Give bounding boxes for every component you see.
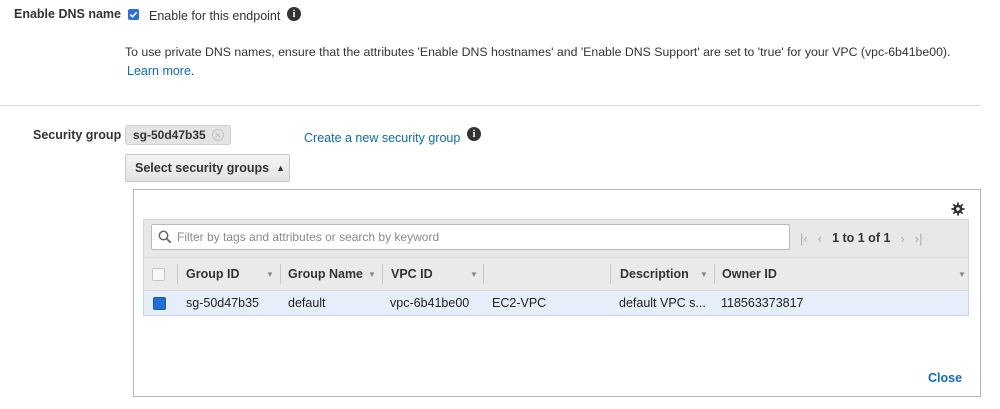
last-page-icon[interactable]: ›|: [915, 231, 923, 246]
column-header-description[interactable]: Description: [620, 258, 689, 290]
cell-owner-id: 118563373817: [721, 296, 804, 310]
cell-group-name: default: [288, 296, 326, 310]
section-divider: [0, 105, 980, 106]
remove-token-icon[interactable]: ✕: [211, 129, 224, 141]
security-group-label: Security group: [33, 128, 122, 142]
info-icon[interactable]: i: [467, 127, 481, 141]
sort-icon[interactable]: ▼: [470, 258, 478, 290]
info-icon[interactable]: i: [287, 7, 301, 21]
cell-vpc-id: vpc-6b41be00: [390, 296, 470, 310]
security-group-token: sg-50d47b35 ✕: [125, 125, 231, 145]
pagination-count: 1 to 1 of 1: [832, 231, 891, 245]
filter-input[interactable]: Filter by tags and attributes or search …: [151, 224, 790, 250]
select-security-groups-button[interactable]: Select security groups ▲: [125, 154, 290, 182]
check-icon: [129, 11, 138, 18]
select-security-groups-label: Select security groups: [135, 161, 270, 175]
prev-page-icon[interactable]: ‹: [818, 231, 822, 246]
first-page-icon[interactable]: |‹: [800, 231, 808, 246]
learn-more-suffix: .: [190, 64, 195, 78]
column-header-owner-id[interactable]: Owner ID: [722, 258, 777, 290]
enable-dns-label: Enable DNS name: [14, 7, 121, 21]
enable-dns-checkbox[interactable]: [128, 9, 139, 20]
select-all-checkbox[interactable]: [152, 258, 165, 290]
cell-vpc-tag: EC2-VPC: [492, 296, 547, 310]
column-header-vpc-id[interactable]: VPC ID: [391, 258, 433, 290]
sort-icon[interactable]: ▼: [266, 258, 274, 290]
gear-icon[interactable]: [951, 202, 965, 216]
table-header: Group ID ▼ Group Name ▼ VPC ID ▼ Descrip…: [143, 257, 969, 291]
security-group-token-text: sg-50d47b35: [133, 128, 206, 142]
create-security-group-link[interactable]: Create a new security group: [304, 131, 460, 145]
column-header-group-name[interactable]: Group Name: [288, 258, 363, 290]
pagination: |‹ ‹ 1 to 1 of 1 › ›|: [800, 229, 922, 247]
learn-more-link[interactable]: Learn more: [127, 64, 191, 78]
table-row[interactable]: sg-50d47b35 default vpc-6b41be00 EC2-VPC…: [143, 291, 969, 316]
enable-dns-checkbox-label[interactable]: Enable for this endpoint: [149, 9, 280, 23]
column-header-group-id[interactable]: Group ID: [186, 258, 239, 290]
sort-icon[interactable]: ▼: [700, 258, 708, 290]
search-icon: [158, 230, 172, 244]
sort-icon[interactable]: ▼: [368, 258, 376, 290]
row-select-radio[interactable]: [153, 291, 166, 315]
sort-icon[interactable]: ▼: [958, 258, 966, 290]
close-button[interactable]: Close: [928, 371, 962, 385]
filter-placeholder: Filter by tags and attributes or search …: [177, 230, 440, 244]
caret-up-icon: ▲: [276, 163, 285, 173]
learn-more-row: Learn more.: [127, 64, 194, 78]
cell-group-id: sg-50d47b35: [186, 296, 259, 310]
cell-description: default VPC s...: [619, 296, 706, 310]
next-page-icon[interactable]: ›: [900, 231, 904, 246]
dns-note: To use private DNS names, ensure that th…: [125, 45, 951, 59]
